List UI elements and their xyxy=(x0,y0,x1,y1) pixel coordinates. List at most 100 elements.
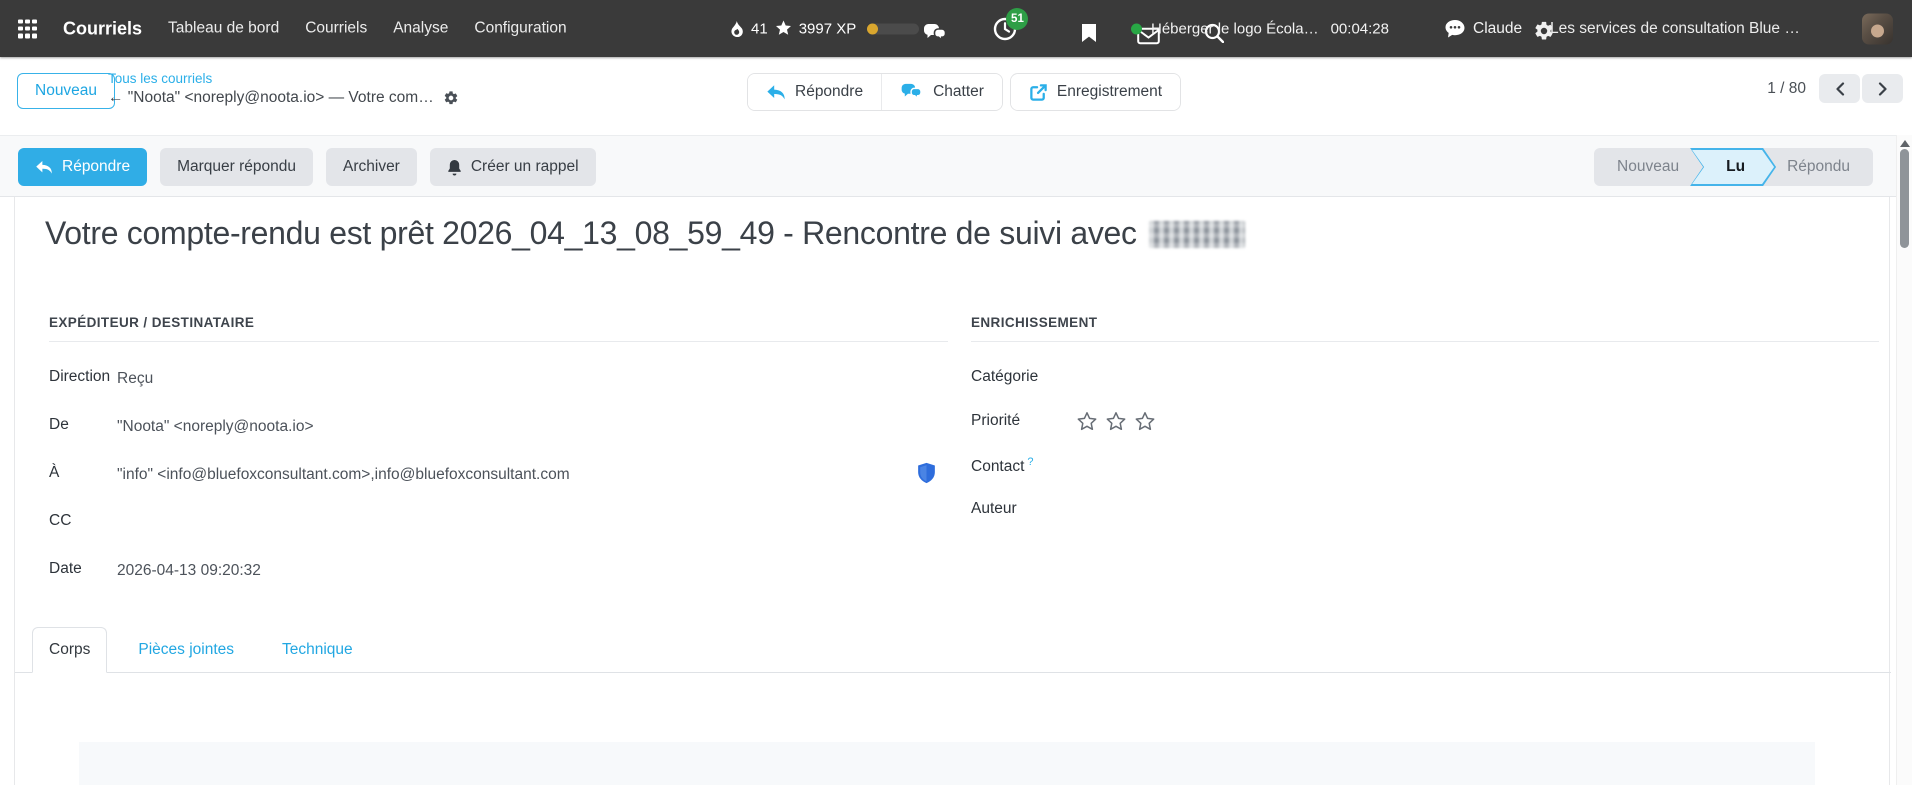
nav-item-configuration[interactable]: Configuration xyxy=(474,20,566,38)
enrichment-section: ENRICHISSEMENT Catégorie Priorité Contac… xyxy=(971,315,1879,544)
field-row-auteur: Auteur xyxy=(971,500,1879,544)
tab-corps[interactable]: Corps xyxy=(32,627,107,673)
chatter-icon xyxy=(900,83,924,101)
assistant-widget[interactable]: Claude xyxy=(1444,19,1522,39)
messages-icon[interactable] xyxy=(923,23,948,43)
chatter-action-button[interactable]: Chatter xyxy=(881,74,1002,110)
reply-primary-button[interactable]: Répondre xyxy=(18,148,147,186)
nav-item-analyse[interactable]: Analyse xyxy=(393,20,448,38)
email-subject-title: Votre compte-rendu est prêt 2026_04_13_0… xyxy=(45,215,1245,252)
field-label: De xyxy=(49,416,117,434)
notebook-tabs: Corps Pièces jointes Technique xyxy=(15,627,1891,673)
reply-action-button[interactable]: Répondre xyxy=(748,74,881,110)
field-label: À xyxy=(49,464,117,482)
field-row-a: À "info" <info@bluefoxconsultant.com>,in… xyxy=(49,464,948,512)
scrollbar-thumb[interactable] xyxy=(1900,149,1909,248)
xp-progress-bar xyxy=(867,23,919,34)
status-step-nouveau[interactable]: Nouveau xyxy=(1594,148,1702,186)
new-record-button[interactable]: Nouveau xyxy=(17,73,115,109)
star-outline-icon[interactable] xyxy=(1134,411,1156,433)
star-icon xyxy=(775,21,792,37)
pager-next-button[interactable] xyxy=(1862,74,1903,103)
status-step-repondu[interactable]: Répondu xyxy=(1764,148,1873,186)
scrollbar-up-arrow[interactable] xyxy=(1900,140,1910,147)
chevron-right-icon xyxy=(1878,82,1888,96)
xp-progress-dot xyxy=(867,23,878,34)
timer-value: 00:04:28 xyxy=(1331,20,1389,37)
activities-clock-icon[interactable]: 51 xyxy=(993,17,1017,41)
password-manager-shield-icon[interactable] xyxy=(917,462,936,484)
field-label: Auteur xyxy=(971,500,1076,518)
form-statusbar: Répondre Marquer répondu Archiver Créer … xyxy=(0,135,1896,197)
pager-value[interactable]: 1 / 80 xyxy=(1767,80,1806,98)
assistant-bubble-icon xyxy=(1444,19,1466,39)
timer-running-dot xyxy=(1131,23,1142,34)
section-header: EXPÉDITEUR / DESTINATAIRE xyxy=(49,315,948,342)
redacted-recipient-name xyxy=(1149,221,1245,248)
breadcrumb: Tous les courriels ← "Noota" <noreply@no… xyxy=(108,70,459,108)
record-action-buttons: Répondre Chatter Enregistrement xyxy=(747,73,1181,111)
field-label: Priorité xyxy=(971,412,1076,430)
from-value[interactable]: "Noota" <noreply@noota.io> xyxy=(117,416,314,436)
email-body-preview xyxy=(79,742,1815,785)
field-row-cc: CC xyxy=(49,512,948,560)
apps-menu-icon[interactable] xyxy=(18,19,37,38)
pager-previous-button[interactable] xyxy=(1819,74,1860,103)
company-switcher[interactable]: Les services de consultation Blue … xyxy=(1550,20,1800,38)
top-navbar: Courriels Tableau de bord Courriels Anal… xyxy=(0,0,1912,57)
vertical-scrollbar[interactable] xyxy=(1896,135,1912,785)
nav-item-dashboard[interactable]: Tableau de bord xyxy=(168,20,279,38)
date-value[interactable]: 2026-04-13 09:20:32 xyxy=(117,560,261,580)
field-label: Catégorie xyxy=(971,368,1076,386)
to-value[interactable]: "info" <info@bluefoxconsultant.com>,info… xyxy=(117,464,570,484)
bookmark-icon[interactable] xyxy=(1081,23,1097,43)
field-row-priorite: Priorité xyxy=(971,412,1879,456)
record-pager: 1 / 80 xyxy=(1767,74,1903,103)
xp-label: 3997 XP xyxy=(799,20,857,37)
archive-button[interactable]: Archiver xyxy=(326,148,417,186)
streak-count: 41 xyxy=(751,20,768,37)
control-panel: Nouveau Tous les courriels ← "Noota" <no… xyxy=(0,57,1912,135)
form-sheet: Votre compte-rendu est prêt 2026_04_13_0… xyxy=(14,197,1890,785)
field-label: Direction xyxy=(49,368,117,386)
reply-icon xyxy=(766,84,786,101)
sender-recipient-section: EXPÉDITEUR / DESTINATAIRE Direction Reçu… xyxy=(49,315,948,608)
gamification-widget[interactable]: 41 3997 XP xyxy=(729,20,919,37)
star-outline-icon[interactable] xyxy=(1105,411,1127,433)
field-label: Contact? xyxy=(971,456,1076,476)
bell-icon xyxy=(447,159,462,176)
nav-item-courriels[interactable]: Courriels xyxy=(305,20,367,38)
external-link-icon xyxy=(1029,83,1048,102)
field-row-de: De "Noota" <noreply@noota.io> xyxy=(49,416,948,464)
field-row-direction: Direction Reçu xyxy=(49,368,948,416)
breadcrumb-parent-link[interactable]: Tous les courriels xyxy=(108,70,459,87)
flame-icon xyxy=(729,20,744,37)
tab-technique[interactable]: Technique xyxy=(265,627,370,672)
field-label: Date xyxy=(49,560,117,578)
timesheet-timer-widget[interactable]: Héberger le logo Écola… 00:04:28 xyxy=(1131,20,1389,37)
recording-action-button[interactable]: Enregistrement xyxy=(1011,74,1180,110)
status-step-lu-active[interactable]: Lu xyxy=(1690,148,1776,186)
assistant-label: Claude xyxy=(1473,20,1522,38)
app-brand[interactable]: Courriels xyxy=(63,18,142,39)
timer-task-label: Héberger le logo Écola… xyxy=(1151,20,1319,37)
field-row-contact: Contact? xyxy=(971,456,1879,500)
tab-pieces-jointes[interactable]: Pièces jointes xyxy=(121,627,251,672)
star-outline-icon[interactable] xyxy=(1076,411,1098,433)
priority-stars xyxy=(1076,411,1156,433)
field-row-categorie: Catégorie xyxy=(971,368,1879,412)
help-question-mark: ? xyxy=(1027,456,1033,468)
record-actions-gear-icon[interactable] xyxy=(443,90,459,106)
activities-count-badge: 51 xyxy=(1006,8,1028,30)
user-avatar[interactable] xyxy=(1862,13,1893,44)
mark-replied-button[interactable]: Marquer répondu xyxy=(160,148,313,186)
create-reminder-button[interactable]: Créer un rappel xyxy=(430,148,596,186)
field-row-date: Date 2026-04-13 09:20:32 xyxy=(49,560,948,608)
reply-icon xyxy=(35,160,53,175)
direction-value[interactable]: Reçu xyxy=(117,368,153,388)
chevron-left-icon xyxy=(1835,82,1845,96)
breadcrumb-current-title: ← "Noota" <noreply@noota.io> — Votre com… xyxy=(108,87,434,108)
section-header: ENRICHISSEMENT xyxy=(971,315,1879,342)
statusbar-steps: Nouveau Lu Répondu xyxy=(1594,148,1873,186)
field-label: CC xyxy=(49,512,117,530)
